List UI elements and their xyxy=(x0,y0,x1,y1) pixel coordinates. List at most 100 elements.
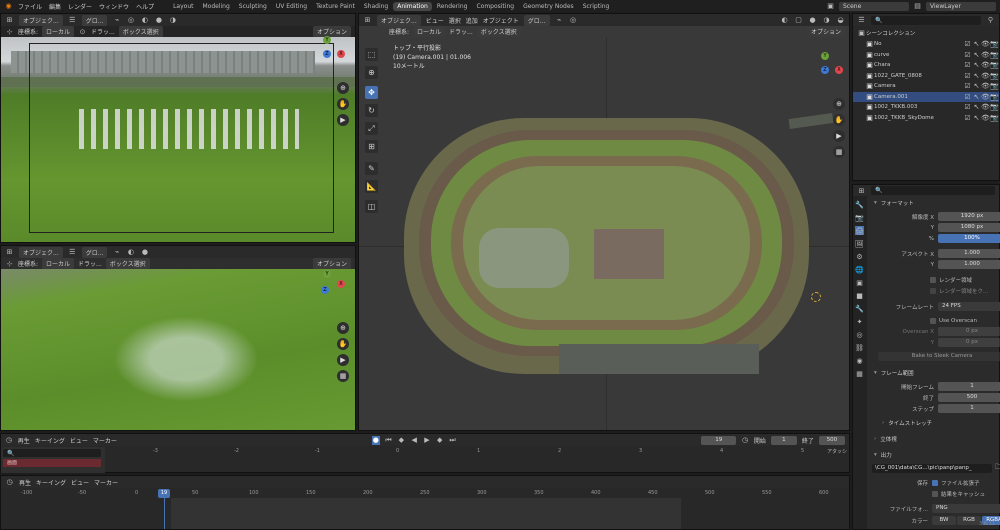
modifier-tab-icon[interactable]: 🔧 xyxy=(855,304,864,313)
editor-type-icon[interactable]: ⊞ xyxy=(857,186,866,195)
attach-label[interactable]: アタッシ xyxy=(827,448,847,455)
checkbox-icon[interactable]: ☑ xyxy=(963,103,972,112)
gizmo-y[interactable]: Y xyxy=(323,36,331,44)
marker-menu[interactable]: マーカー xyxy=(94,478,118,487)
select-arrow-icon[interactable]: ↖ xyxy=(972,50,981,59)
camera-view-icon[interactable]: ▶ xyxy=(337,114,349,126)
eye-icon[interactable]: 👁 xyxy=(981,92,990,101)
transform-tool-icon[interactable]: ⊞ xyxy=(365,140,378,153)
channel-search[interactable]: 🔍 xyxy=(3,449,101,457)
next-key-icon[interactable]: ◆ xyxy=(436,436,444,445)
checkbox-icon[interactable]: ☑ xyxy=(963,82,972,91)
eye-icon[interactable]: 👁 xyxy=(981,103,990,112)
tab-sculpting[interactable]: Sculpting xyxy=(235,2,271,11)
move-tool-icon[interactable]: ✥ xyxy=(365,86,378,99)
measure-tool-icon[interactable]: 📐 xyxy=(365,180,378,193)
nav-gizmo-2[interactable]: Y X Z xyxy=(309,270,345,306)
frame-step-field[interactable]: 1 xyxy=(938,404,1000,413)
grid-icon[interactable]: ▦ xyxy=(337,370,349,382)
menu-icon[interactable]: ☰ xyxy=(68,248,77,257)
resolution-percent-field[interactable]: 100% xyxy=(938,234,1000,243)
overscan-checkbox[interactable]: Use Overscan xyxy=(930,316,977,326)
zoom-icon[interactable]: ⊕ xyxy=(833,98,845,110)
crop-checkbox[interactable]: レンダー領域をク... xyxy=(930,286,988,296)
outliner-item[interactable]: ▣ 1002_TKKB_SkyDome ☑ ↖ 👁 📷 xyxy=(853,113,999,123)
constraints-tab-icon[interactable]: ⛓ xyxy=(855,343,864,352)
tab-scripting[interactable]: Scripting xyxy=(579,2,614,11)
outliner-item[interactable]: ▣ 1022_GATE_0808 ☑ ↖ 👁 📷 xyxy=(853,71,999,81)
menu-render[interactable]: レンダー xyxy=(68,2,92,11)
drag-label[interactable]: ドラッ... xyxy=(78,259,102,268)
record-icon[interactable]: ● xyxy=(371,435,380,445)
view-layer-tab-icon[interactable]: 🖼 xyxy=(855,239,864,248)
shading-material-icon[interactable]: ◑ xyxy=(168,16,177,25)
mode-select[interactable]: オブジェク... xyxy=(19,14,63,26)
overscan-y-field[interactable]: 0 px xyxy=(938,338,1000,347)
cache-checkbox[interactable]: 結果をキャッシュ xyxy=(932,489,985,499)
outliner-item[interactable]: ▣ Camera.001 ☑ ↖ 👁 📷 xyxy=(853,91,999,102)
tab-layout[interactable]: Layout xyxy=(169,2,197,11)
select-arrow-icon[interactable]: ↖ xyxy=(972,82,981,91)
pivot-icon[interactable]: ⊙ xyxy=(78,27,87,36)
main-nav-gizmo[interactable]: Y X Z xyxy=(807,52,843,88)
cursor-tool-icon[interactable]: ⊕ xyxy=(365,66,378,79)
shading-solid-icon[interactable]: ● xyxy=(140,248,149,257)
start-field[interactable]: 1 xyxy=(770,435,797,445)
proportional-icon[interactable]: ◎ xyxy=(569,16,578,25)
view-menu[interactable]: ビュー xyxy=(426,16,444,25)
frame-end-field[interactable]: 500 xyxy=(938,393,1000,402)
render-region-checkbox[interactable]: レンダー領域 xyxy=(930,275,972,285)
clock-icon[interactable]: ◷ xyxy=(741,436,749,445)
gizmo-z[interactable]: Z xyxy=(821,66,829,74)
keying-menu[interactable]: キーイング xyxy=(36,478,66,487)
eye-icon[interactable]: 👁 xyxy=(981,82,990,91)
file-ext-checkbox[interactable]: ファイル拡張子 xyxy=(932,478,980,488)
coord-select[interactable]: ローカル xyxy=(42,258,75,269)
gizmo-x[interactable]: X xyxy=(835,66,843,74)
proportional-icon[interactable]: ◎ xyxy=(126,16,135,25)
transform-orientation[interactable]: グロ... xyxy=(81,246,108,258)
overlay-icon[interactable]: ◐ xyxy=(140,16,149,25)
menu-window[interactable]: ウィンドウ xyxy=(99,2,129,11)
aspect-y-field[interactable]: 1.000 xyxy=(938,260,1000,269)
crop-check[interactable] xyxy=(930,288,936,294)
camera-icon[interactable]: 📷 xyxy=(990,50,999,59)
shading-solid-icon[interactable]: ● xyxy=(154,16,163,25)
camera-view-icon[interactable]: ▶ xyxy=(337,354,349,366)
tab-animation[interactable]: Animation xyxy=(393,1,432,11)
checkbox-icon[interactable]: ☑ xyxy=(963,71,972,80)
options-button[interactable]: オプション xyxy=(312,258,351,269)
pan-hand-icon[interactable]: ✋ xyxy=(337,98,349,110)
playhead-frame[interactable]: 19 xyxy=(158,489,170,498)
overscan-check[interactable] xyxy=(930,318,936,324)
gizmo-z[interactable]: Z xyxy=(321,286,329,294)
editor-type-icon[interactable]: ⊞ xyxy=(363,16,372,25)
channel-track[interactable]: 画面 xyxy=(3,459,101,467)
snap-icon[interactable]: ⌁ xyxy=(555,16,564,25)
scene-selector[interactable]: Scene xyxy=(839,1,909,11)
scale-tool-icon[interactable]: ⤢ xyxy=(365,122,378,135)
rotate-tool-icon[interactable]: ↻ xyxy=(365,104,378,117)
format-section[interactable]: フォーマット xyxy=(868,198,999,208)
select-arrow-icon[interactable]: ↖ xyxy=(972,40,981,49)
camera-icon[interactable]: 📷 xyxy=(990,40,999,49)
shading-render-icon[interactable]: ◒ xyxy=(836,16,845,25)
select-arrow-icon[interactable]: ↖ xyxy=(972,71,981,80)
drag-label[interactable]: ドラッ... xyxy=(449,27,473,36)
object-tab-icon[interactable]: ■ xyxy=(855,291,864,300)
drag-label[interactable]: ドラッ... xyxy=(91,27,115,36)
eye-icon[interactable]: 👁 xyxy=(981,50,990,59)
output-tab-icon[interactable]: 🖨 xyxy=(855,226,864,235)
color-bw-button[interactable]: BW xyxy=(932,516,956,525)
pan-hand-icon[interactable]: ✋ xyxy=(337,338,349,350)
blender-logo-icon[interactable]: ◉ xyxy=(4,2,13,11)
eye-icon[interactable]: 👁 xyxy=(981,40,990,49)
editor-type-icon[interactable]: ◷ xyxy=(5,436,13,445)
prev-key-icon[interactable]: ◆ xyxy=(397,436,405,445)
add-cube-tool-icon[interactable]: ◫ xyxy=(365,200,378,213)
tab-rendering[interactable]: Rendering xyxy=(433,2,472,11)
current-frame-field[interactable]: 19 xyxy=(701,435,737,445)
file-ext-check[interactable] xyxy=(932,480,938,486)
select-arrow-icon[interactable]: ↖ xyxy=(972,113,981,122)
outliner-item[interactable]: ▣ Chara ☑ ↖ 👁 📷 xyxy=(853,60,999,70)
